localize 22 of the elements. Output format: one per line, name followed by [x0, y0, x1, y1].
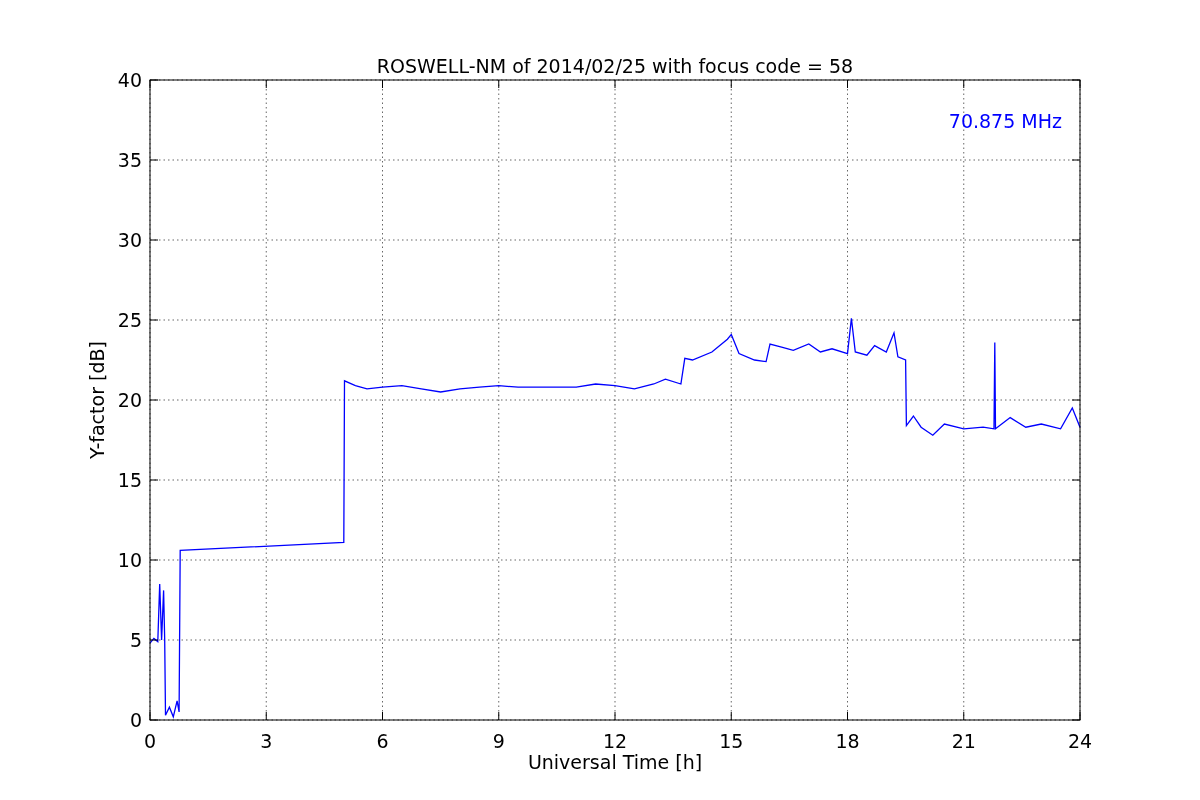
x-tick-label: 21	[951, 730, 976, 752]
x-tick-label: 24	[1067, 730, 1093, 752]
y-tick-label: 20	[117, 389, 142, 411]
x-tick-label: 0	[143, 730, 157, 752]
y-tick-label: 40	[117, 69, 142, 91]
y-tick-label: 5	[129, 629, 142, 651]
series-label: 70.875 MHz	[948, 110, 1062, 132]
y-tick-label: 30	[117, 229, 142, 251]
x-tick-label: 15	[719, 730, 744, 752]
x-tick-label: 9	[492, 730, 505, 752]
x-tick-label: 18	[835, 730, 860, 752]
x-tick-label: 3	[260, 730, 273, 752]
y-axis-label: Y-factor [dB]	[86, 341, 108, 459]
x-tick-label: 12	[602, 730, 628, 752]
y-tick-label: 10	[117, 549, 142, 571]
x-axis-label: Universal Time [h]	[527, 751, 703, 773]
y-tick-label: 15	[117, 469, 142, 491]
y-tick-label: 0	[129, 709, 142, 731]
y-tick-label: 35	[117, 149, 142, 171]
chart-title: ROSWELL-NM of 2014/02/25 with focus code = 58	[376, 55, 854, 77]
y-tick-label: 25	[117, 309, 142, 331]
x-tick-label: 6	[376, 730, 389, 752]
